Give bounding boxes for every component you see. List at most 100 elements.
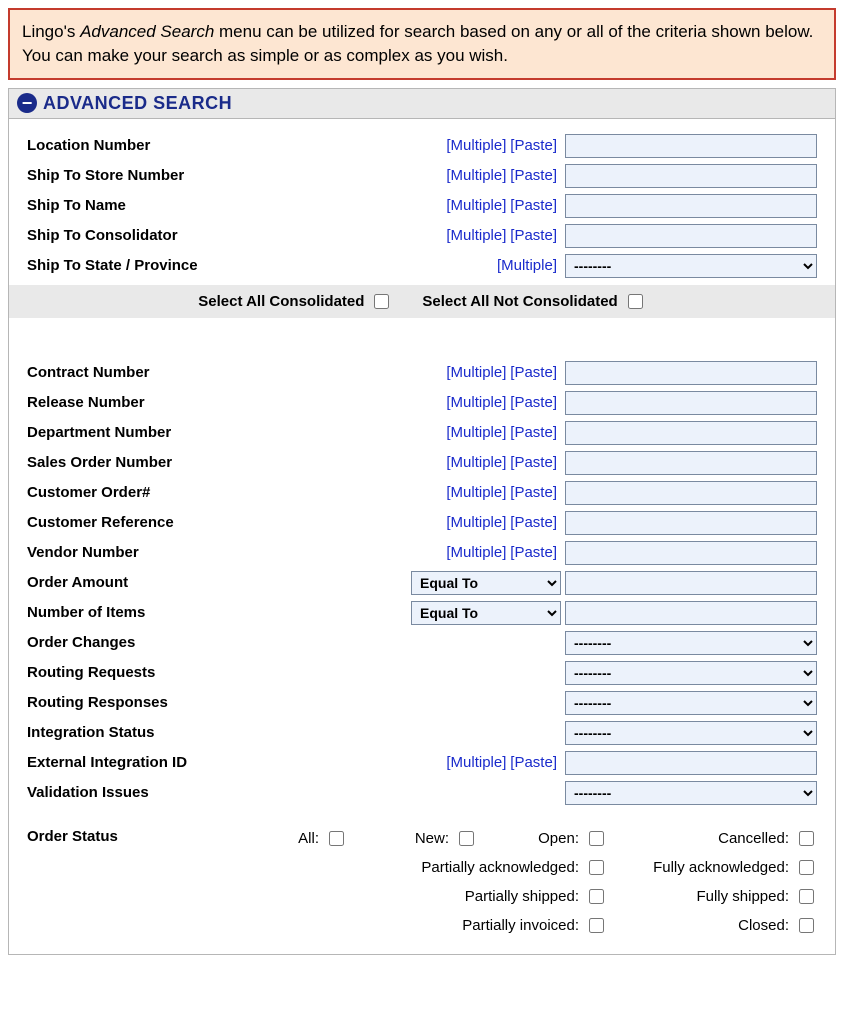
multiple-link[interactable]: [Multiple]	[446, 544, 506, 561]
status-closed-checkbox[interactable]	[799, 918, 814, 933]
routing-requests-select[interactable]: --------	[565, 661, 817, 685]
paste-link[interactable]: [Paste]	[510, 394, 557, 411]
paste-link[interactable]: [Paste]	[510, 544, 557, 561]
paste-link[interactable]: [Paste]	[510, 754, 557, 771]
multiple-link[interactable]: [Multiple]	[446, 424, 506, 441]
select-all-not-consolidated[interactable]: Select All Not Consolidated	[422, 291, 645, 312]
label-location-number: Location Number	[27, 137, 277, 154]
panel-header[interactable]: − ADVANCED SEARCH	[9, 89, 835, 119]
multiple-link[interactable]: [Multiple]	[446, 197, 506, 214]
multiple-link[interactable]: [Multiple]	[446, 394, 506, 411]
routing-responses-select[interactable]: --------	[565, 691, 817, 715]
validation-issues-select[interactable]: --------	[565, 781, 817, 805]
label-department-number: Department Number	[27, 424, 277, 441]
label-release-number: Release Number	[27, 394, 277, 411]
label-customer-reference: Customer Reference	[27, 514, 277, 531]
multiple-link[interactable]: [Multiple]	[446, 514, 506, 531]
status-partially-shipped: Partially shipped:	[387, 886, 607, 907]
select-all-consolidated[interactable]: Select All Consolidated	[198, 291, 392, 312]
status-partially-invoiced-checkbox[interactable]	[589, 918, 604, 933]
status-fully-ack-checkbox[interactable]	[799, 860, 814, 875]
paste-link[interactable]: [Paste]	[510, 167, 557, 184]
label-routing-requests: Routing Requests	[27, 664, 277, 681]
release-number-input[interactable]	[565, 391, 817, 415]
row-ship-to-state: Ship To State / Province [Multiple] ----…	[27, 251, 817, 281]
vendor-number-input[interactable]	[565, 541, 817, 565]
label-routing-responses: Routing Responses	[27, 694, 277, 711]
row-external-integration-id: External Integration ID [Multiple] [Past…	[27, 748, 817, 778]
row-customer-order: Customer Order# [Multiple] [Paste]	[27, 478, 817, 508]
paste-link[interactable]: [Paste]	[510, 454, 557, 471]
label-contract-number: Contract Number	[27, 364, 277, 381]
sales-order-number-input[interactable]	[565, 451, 817, 475]
status-cancelled-checkbox[interactable]	[799, 831, 814, 846]
status-new-label: New:	[415, 830, 449, 847]
status-fully-ack-label: Fully acknowledged:	[653, 859, 789, 876]
label-order-changes: Order Changes	[27, 634, 277, 651]
row-release-number: Release Number [Multiple] [Paste]	[27, 388, 817, 418]
select-all-not-consolidated-checkbox[interactable]	[628, 294, 643, 309]
status-partially-ack-checkbox[interactable]	[589, 860, 604, 875]
row-vendor-number: Vendor Number [Multiple] [Paste]	[27, 538, 817, 568]
status-partially-invoiced: Partially invoiced:	[387, 915, 607, 936]
ship-to-state-select[interactable]: --------	[565, 254, 817, 278]
select-all-consolidated-checkbox[interactable]	[374, 294, 389, 309]
label-order-status: Order Status	[27, 828, 277, 845]
ship-to-name-input[interactable]	[565, 194, 817, 218]
multiple-link[interactable]: [Multiple]	[446, 137, 506, 154]
integration-status-select[interactable]: --------	[565, 721, 817, 745]
customer-reference-input[interactable]	[565, 511, 817, 535]
status-fully-shipped-checkbox[interactable]	[799, 889, 814, 904]
status-fully-shipped-label: Fully shipped:	[696, 888, 789, 905]
order-changes-select[interactable]: --------	[565, 631, 817, 655]
multiple-link[interactable]: [Multiple]	[446, 364, 506, 381]
row-department-number: Department Number [Multiple] [Paste]	[27, 418, 817, 448]
ship-to-consolidator-input[interactable]	[565, 224, 817, 248]
status-all-label: All:	[298, 830, 319, 847]
number-of-items-input[interactable]	[565, 601, 817, 625]
row-customer-reference: Customer Reference [Multiple] [Paste]	[27, 508, 817, 538]
location-number-input[interactable]	[565, 134, 817, 158]
paste-link[interactable]: [Paste]	[510, 484, 557, 501]
number-of-items-operator[interactable]: Equal To	[411, 601, 561, 625]
row-routing-responses: Routing Responses --------	[27, 688, 817, 718]
label-vendor-number: Vendor Number	[27, 544, 277, 561]
order-amount-operator[interactable]: Equal To	[411, 571, 561, 595]
status-closed: Closed:	[647, 915, 817, 936]
multiple-link[interactable]: [Multiple]	[446, 167, 506, 184]
department-number-input[interactable]	[565, 421, 817, 445]
panel-body: Location Number [Multiple] [Paste] Ship …	[9, 119, 835, 954]
collapse-icon[interactable]: −	[17, 93, 37, 113]
paste-link[interactable]: [Paste]	[510, 424, 557, 441]
label-customer-order: Customer Order#	[27, 484, 277, 501]
status-all-checkbox[interactable]	[329, 831, 344, 846]
label-integration-status: Integration Status	[27, 724, 277, 741]
panel-title: ADVANCED SEARCH	[43, 93, 232, 114]
customer-order-input[interactable]	[565, 481, 817, 505]
multiple-link[interactable]: [Multiple]	[497, 257, 557, 274]
row-number-of-items: Number of Items Equal To	[27, 598, 817, 628]
status-open-checkbox[interactable]	[589, 831, 604, 846]
multiple-link[interactable]: [Multiple]	[446, 484, 506, 501]
status-cancelled: Cancelled:	[647, 828, 817, 849]
paste-link[interactable]: [Paste]	[510, 197, 557, 214]
multiple-link[interactable]: [Multiple]	[446, 227, 506, 244]
status-all: All:	[257, 828, 347, 849]
status-partially-ack: Partially acknowledged:	[387, 857, 607, 878]
paste-link[interactable]: [Paste]	[510, 514, 557, 531]
label-number-of-items: Number of Items	[27, 604, 277, 621]
paste-link[interactable]: [Paste]	[510, 364, 557, 381]
contract-number-input[interactable]	[565, 361, 817, 385]
multiple-link[interactable]: [Multiple]	[446, 454, 506, 471]
paste-link[interactable]: [Paste]	[510, 137, 557, 154]
external-integration-id-input[interactable]	[565, 751, 817, 775]
ship-to-store-input[interactable]	[565, 164, 817, 188]
multiple-link[interactable]: [Multiple]	[446, 754, 506, 771]
paste-link[interactable]: [Paste]	[510, 227, 557, 244]
row-order-amount: Order Amount Equal To	[27, 568, 817, 598]
label-ship-to-store: Ship To Store Number	[27, 167, 277, 184]
status-new-checkbox[interactable]	[459, 831, 474, 846]
info-emph: Advanced Search	[80, 22, 214, 41]
status-partially-shipped-checkbox[interactable]	[589, 889, 604, 904]
order-amount-input[interactable]	[565, 571, 817, 595]
